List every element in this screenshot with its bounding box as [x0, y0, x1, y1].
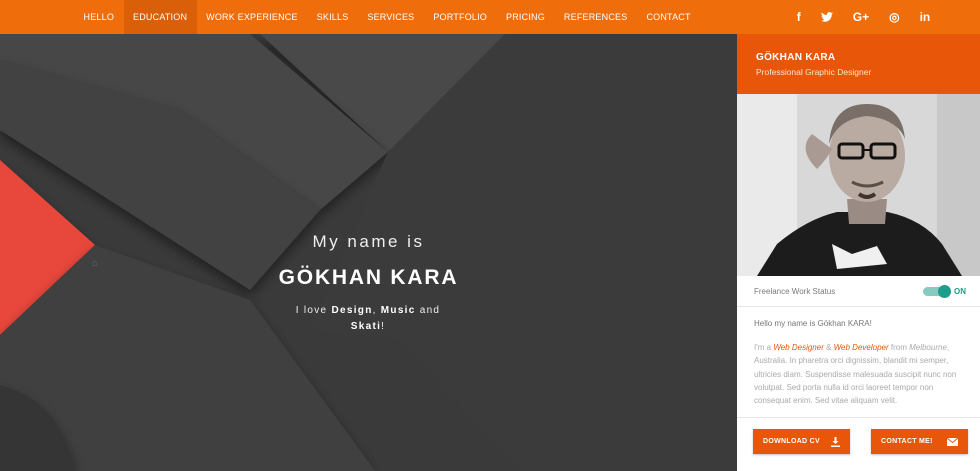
toggle-value: ON [954, 286, 966, 296]
social-links: f G+ ◎ in [737, 0, 980, 34]
toggle-track [923, 284, 951, 298]
top-navigation: HELLO EDUCATION WORK EXPERIENCE SKILLS S… [0, 0, 737, 34]
download-cv-button[interactable]: DOWNLOAD CV [753, 429, 850, 454]
contact-me-button[interactable]: CONTACT ME! [871, 429, 968, 454]
role-web-developer: Web Developer [833, 343, 889, 353]
nav-portfolio[interactable]: PORTFOLIO [424, 0, 497, 34]
freelance-status-toggle[interactable]: ON [923, 284, 966, 298]
download-cv-label: DOWNLOAD CV [763, 438, 820, 445]
tagline-text: and [415, 305, 441, 316]
nav-references[interactable]: REFERENCES [554, 0, 637, 34]
about-text: I'm a Web Designer & Web Developer from … [754, 341, 964, 407]
profile-sidebar: f G+ ◎ in GÖKHAN KARA Professional Graph… [737, 0, 980, 471]
tagline-design: Design [331, 305, 373, 316]
mail-icon [947, 437, 958, 446]
dribbble-icon[interactable]: ◎ [889, 10, 899, 24]
about-text-part: & [823, 343, 834, 353]
profile-title: Professional Graphic Designer [756, 67, 872, 77]
hero-section: HELLO EDUCATION WORK EXPERIENCE SKILLS S… [0, 0, 737, 471]
about-text-part: , Australia. In pharetra orci dignissim,… [754, 343, 957, 406]
freelance-status-row: Freelance Work Status ON [737, 276, 980, 307]
nav-hello[interactable]: HELLO [74, 0, 124, 34]
tagline-music: Music [380, 305, 416, 316]
sidebar-divider [737, 417, 980, 418]
toggle-knob [938, 284, 951, 298]
about-text-part: I'm a [754, 343, 774, 353]
download-icon [831, 436, 840, 447]
nav-education[interactable]: EDUCATION [123, 0, 197, 34]
nav-contact[interactable]: CONTACT [637, 0, 700, 34]
profile-photo [737, 94, 980, 276]
freelance-status-label: Freelance Work Status [754, 286, 836, 296]
nav-work-experience[interactable]: WORK EXPERIENCE [197, 0, 308, 34]
tagline-text: , [372, 305, 381, 316]
contact-me-label: CONTACT ME! [881, 438, 933, 445]
nav-pricing[interactable]: PRICING [497, 0, 555, 34]
twitter-icon[interactable] [820, 12, 833, 22]
about-section: Hello my name is Gökhan KARA! I'm a Web … [737, 307, 980, 407]
role-web-designer: Web Designer [773, 343, 824, 353]
about-city: Melbourne [909, 343, 947, 353]
linkedin-icon[interactable]: in [920, 10, 931, 24]
facebook-icon[interactable]: f [797, 10, 801, 24]
google-plus-icon[interactable]: G+ [853, 10, 869, 24]
profile-name: GÖKHAN KARA [756, 52, 836, 63]
about-greeting: Hello my name is Gökhan KARA! [754, 319, 872, 328]
hero-tagline: I love Design, Music and Skati! [268, 303, 468, 335]
nav-services[interactable]: SERVICES [358, 0, 424, 34]
intro-line: My name is [312, 232, 425, 251]
tagline-text: I love [295, 305, 332, 316]
hero-name: GÖKHAN KARA [278, 266, 459, 289]
tagline-skati: Skati [350, 321, 382, 332]
profile-header: GÖKHAN KARA Professional Graphic Designe… [737, 34, 980, 94]
about-text-part: from [888, 343, 910, 353]
tagline-text: ! [381, 321, 386, 332]
nav-skills[interactable]: SKILLS [307, 0, 358, 34]
